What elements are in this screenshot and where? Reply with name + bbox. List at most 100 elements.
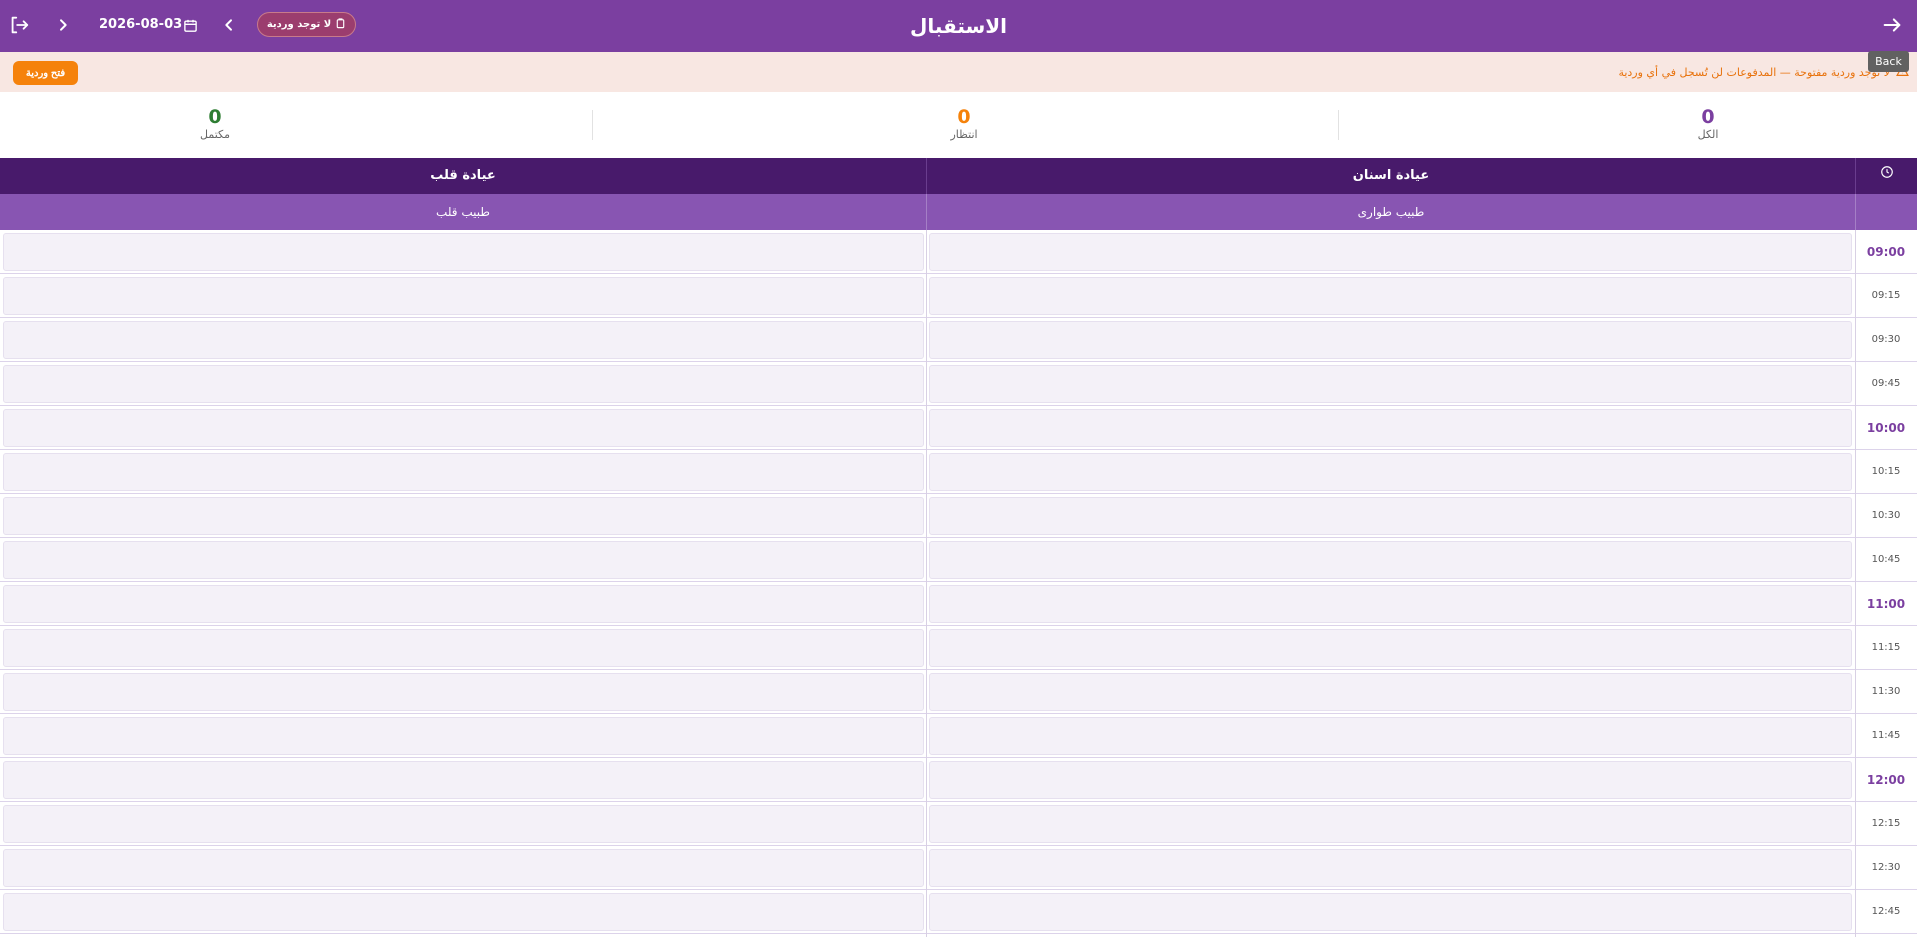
stat-all-value: 0 xyxy=(1701,106,1715,128)
clinic-header-cardiology: عيادة قلب xyxy=(430,168,496,183)
row-separator xyxy=(0,537,1917,538)
open-shift-button[interactable]: فتح وردية xyxy=(13,61,78,85)
row-separator xyxy=(0,317,1917,318)
slot-cardiology[interactable] xyxy=(3,761,924,799)
stat-waiting-value: 0 xyxy=(957,106,971,128)
clipboard-icon xyxy=(335,17,346,32)
row-separator xyxy=(0,845,1917,846)
stat-all-label: الكل xyxy=(1697,128,1719,141)
time-slot-label: 10:15 xyxy=(1871,466,1901,477)
row-separator xyxy=(0,757,1917,758)
slot-cardiology[interactable] xyxy=(3,365,924,403)
row-separator xyxy=(0,933,1917,934)
logout-icon xyxy=(8,14,30,36)
banner-text: لا توجد وردية مفتوحة — المدفوعات لن تُسج… xyxy=(1618,65,1890,79)
prev-day-button[interactable] xyxy=(216,12,242,38)
current-date[interactable]: 2026-08-03 xyxy=(99,15,182,35)
time-slot-label: 09:30 xyxy=(1871,334,1901,345)
slot-dental[interactable] xyxy=(929,585,1852,623)
column-divider xyxy=(926,230,927,937)
stat-divider xyxy=(592,110,593,140)
slot-dental[interactable] xyxy=(929,673,1852,711)
slot-cardiology[interactable] xyxy=(3,277,924,315)
time-slot-label: 12:30 xyxy=(1871,862,1901,873)
row-separator xyxy=(0,493,1917,494)
slot-dental[interactable] xyxy=(929,365,1852,403)
slot-dental[interactable] xyxy=(929,629,1852,667)
time-column-header xyxy=(1855,158,1917,194)
app-bar: الاستقبال 2026-08-03 لا توجد وردية xyxy=(0,0,1917,52)
slot-cardiology[interactable] xyxy=(3,453,924,491)
banner-message: لا توجد وردية مفتوحة — المدفوعات لن تُسج… xyxy=(1618,52,1909,92)
slot-cardiology[interactable] xyxy=(3,629,924,667)
doctor-header-dental: طبيب طوارى xyxy=(926,194,1855,230)
stat-all: 0 الكل xyxy=(1608,106,1808,142)
doctor-header-cardiology: طبيب قلب xyxy=(436,205,490,219)
chevron-left-icon xyxy=(221,17,237,33)
slot-dental[interactable] xyxy=(929,409,1852,447)
row-separator xyxy=(0,713,1917,714)
row-separator xyxy=(0,361,1917,362)
logout-button[interactable] xyxy=(6,12,32,38)
row-separator xyxy=(0,669,1917,670)
clock-icon xyxy=(1880,158,1894,194)
stat-completed: 0 مكتمل xyxy=(115,106,315,142)
row-separator xyxy=(0,801,1917,802)
slot-cardiology[interactable] xyxy=(3,893,924,931)
slot-dental[interactable] xyxy=(929,541,1852,579)
stat-divider xyxy=(1338,110,1339,140)
time-slot-label: 09:45 xyxy=(1871,378,1901,389)
slot-cardiology[interactable] xyxy=(3,233,924,271)
slot-dental[interactable] xyxy=(929,233,1852,271)
column-divider xyxy=(1855,230,1856,937)
time-slot-label: 09:15 xyxy=(1871,290,1901,301)
doctor-header-time-spacer xyxy=(1855,194,1917,230)
row-separator xyxy=(0,625,1917,626)
shift-status-chip[interactable]: لا توجد وردية xyxy=(257,12,356,37)
back-tooltip: Back xyxy=(1868,51,1909,72)
slot-dental[interactable] xyxy=(929,849,1852,887)
time-slot-label: 12:45 xyxy=(1871,906,1901,917)
clinic-header-dental: عيادة اسنان xyxy=(926,158,1855,194)
back-button[interactable] xyxy=(1878,11,1906,39)
doctor-header-row: طبيب قلب طبيب طوارى xyxy=(0,194,1917,230)
row-separator xyxy=(0,581,1917,582)
calendar-button[interactable] xyxy=(180,14,200,36)
slot-cardiology[interactable] xyxy=(3,585,924,623)
time-slot-label: 09:00 xyxy=(1866,245,1906,259)
slot-dental[interactable] xyxy=(929,277,1852,315)
slot-cardiology[interactable] xyxy=(3,673,924,711)
row-separator xyxy=(0,889,1917,890)
no-shift-banner: لا توجد وردية مفتوحة — المدفوعات لن تُسج… xyxy=(0,52,1917,92)
stat-waiting-label: انتظار xyxy=(950,128,978,141)
time-slot-label: 11:15 xyxy=(1871,642,1901,653)
chevron-right-icon xyxy=(55,17,71,33)
slot-cardiology[interactable] xyxy=(3,717,924,755)
slot-dental[interactable] xyxy=(929,717,1852,755)
time-slot-label: 10:00 xyxy=(1866,421,1906,435)
calendar-icon xyxy=(183,18,198,33)
slot-cardiology[interactable] xyxy=(3,497,924,535)
row-separator xyxy=(0,273,1917,274)
next-day-button[interactable] xyxy=(50,12,76,38)
slot-cardiology[interactable] xyxy=(3,321,924,359)
time-slot-label: 11:45 xyxy=(1871,730,1901,741)
shift-status-label: لا توجد وردية xyxy=(266,19,332,30)
slot-dental[interactable] xyxy=(929,453,1852,491)
stat-waiting: 0 انتظار xyxy=(864,106,1064,142)
row-separator xyxy=(0,449,1917,450)
slot-cardiology[interactable] xyxy=(3,805,924,843)
slot-cardiology[interactable] xyxy=(3,849,924,887)
slot-dental[interactable] xyxy=(929,321,1852,359)
row-separator xyxy=(0,405,1917,406)
time-slot-label: 11:30 xyxy=(1871,686,1901,697)
slot-dental[interactable] xyxy=(929,893,1852,931)
slot-cardiology[interactable] xyxy=(3,409,924,447)
slot-dental[interactable] xyxy=(929,805,1852,843)
slot-dental[interactable] xyxy=(929,497,1852,535)
time-slot-label: 12:00 xyxy=(1866,773,1906,787)
arrow-right-icon xyxy=(1881,14,1903,36)
slot-cardiology[interactable] xyxy=(3,541,924,579)
slot-dental[interactable] xyxy=(929,761,1852,799)
time-slot-label: 10:30 xyxy=(1871,510,1901,521)
